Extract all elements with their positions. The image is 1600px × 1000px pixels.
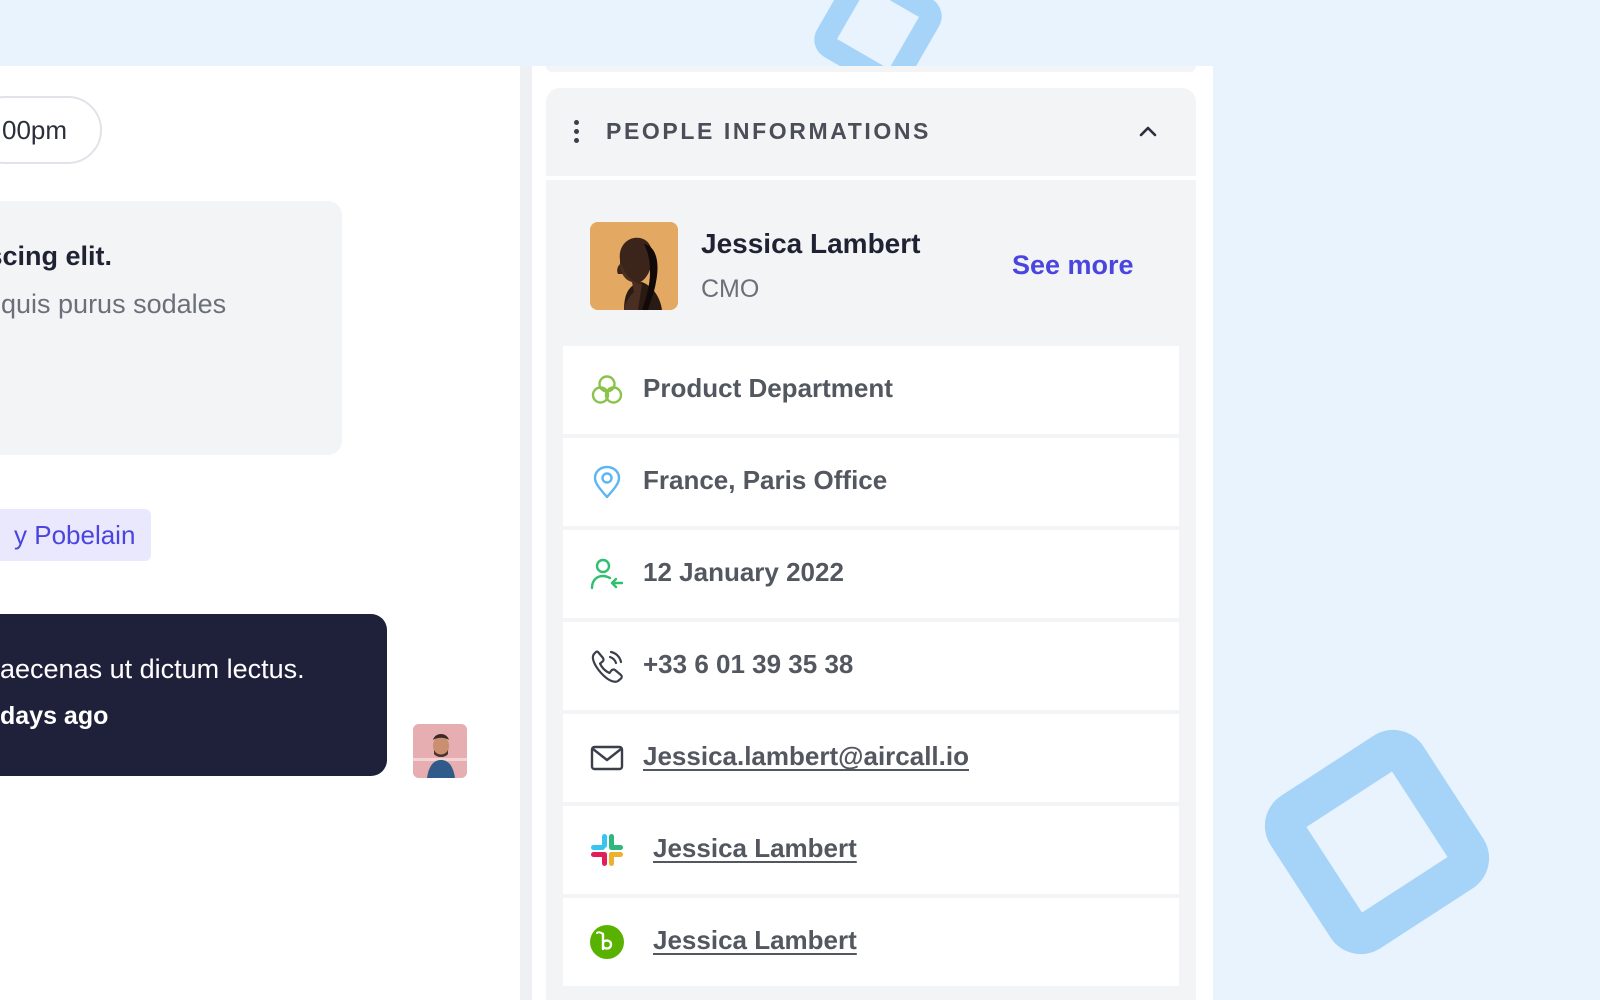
note-title: iscing elit.: [0, 241, 113, 271]
info-row-department: Product Department: [563, 346, 1179, 434]
top-band: [0, 0, 1240, 66]
drag-handle-icon[interactable]: [574, 120, 580, 144]
info-row-bamboohr: Jessica Lambert: [563, 898, 1179, 986]
info-row-start-date: 12 January 2022: [563, 530, 1179, 618]
note-card: iscing elit. it quis purus sodales: [0, 201, 342, 455]
chat-panel: 00pm iscing elit. it quis purus sodales …: [0, 66, 520, 1000]
mail-icon: [590, 745, 624, 771]
profile-avatar[interactable]: [590, 222, 678, 310]
slack-link[interactable]: Jessica Lambert: [653, 833, 857, 864]
see-more-link[interactable]: See more: [1012, 250, 1134, 281]
slack-icon: [591, 834, 623, 866]
panel-top-strip: [546, 66, 1196, 72]
phone-text[interactable]: +33 6 01 39 35 38: [643, 649, 853, 680]
email-link[interactable]: Jessica.lambert@aircall.io: [643, 741, 969, 772]
bamboohr-link[interactable]: Jessica Lambert: [653, 925, 857, 956]
location-text: France, Paris Office: [643, 465, 888, 495]
profile-name: Jessica Lambert: [701, 228, 921, 259]
location-pin-icon: [593, 465, 621, 499]
mention-tag[interactable]: y Pobelain: [0, 509, 152, 561]
woman-portrait-icon: [590, 222, 678, 310]
panel-header[interactable]: PEOPLE INFORMATIONS: [546, 88, 1196, 176]
department-text: Product Department: [643, 373, 893, 403]
bamboohr-icon: [590, 925, 624, 959]
start-date-text: 12 January 2022: [643, 557, 844, 587]
profile-role: CMO: [701, 275, 760, 303]
info-row-location: France, Paris Office: [563, 438, 1179, 526]
panel-divider: [520, 66, 532, 1000]
panel-title: PEOPLE INFORMATIONS: [606, 118, 931, 144]
info-row-email: Jessica.lambert@aircall.io: [563, 714, 1179, 802]
time-pill-label: 00pm: [2, 115, 68, 145]
chevron-up-icon[interactable]: [1136, 120, 1160, 144]
phone-icon: [591, 650, 623, 683]
user-join-icon: [590, 558, 624, 590]
info-row-slack: Jessica Lambert: [563, 806, 1179, 894]
panel-body: Jessica Lambert CMO See more Product Dep…: [546, 180, 1196, 1000]
people-info-panel: PEOPLE INFORMATIONS Jessica Lambert CMO …: [532, 66, 1213, 1000]
team-icon: [591, 375, 623, 404]
man-portrait-icon: [413, 724, 467, 778]
sender-avatar[interactable]: [413, 724, 467, 778]
time-pill[interactable]: 00pm: [0, 96, 102, 164]
message-bubble: aecenas ut dictum lectus. days ago: [0, 614, 387, 776]
message-time: days ago: [0, 702, 109, 730]
message-text: aecenas ut dictum lectus.: [0, 654, 305, 684]
info-row-phone: +33 6 01 39 35 38: [563, 622, 1179, 710]
note-text: it quis purus sodales: [0, 289, 227, 319]
